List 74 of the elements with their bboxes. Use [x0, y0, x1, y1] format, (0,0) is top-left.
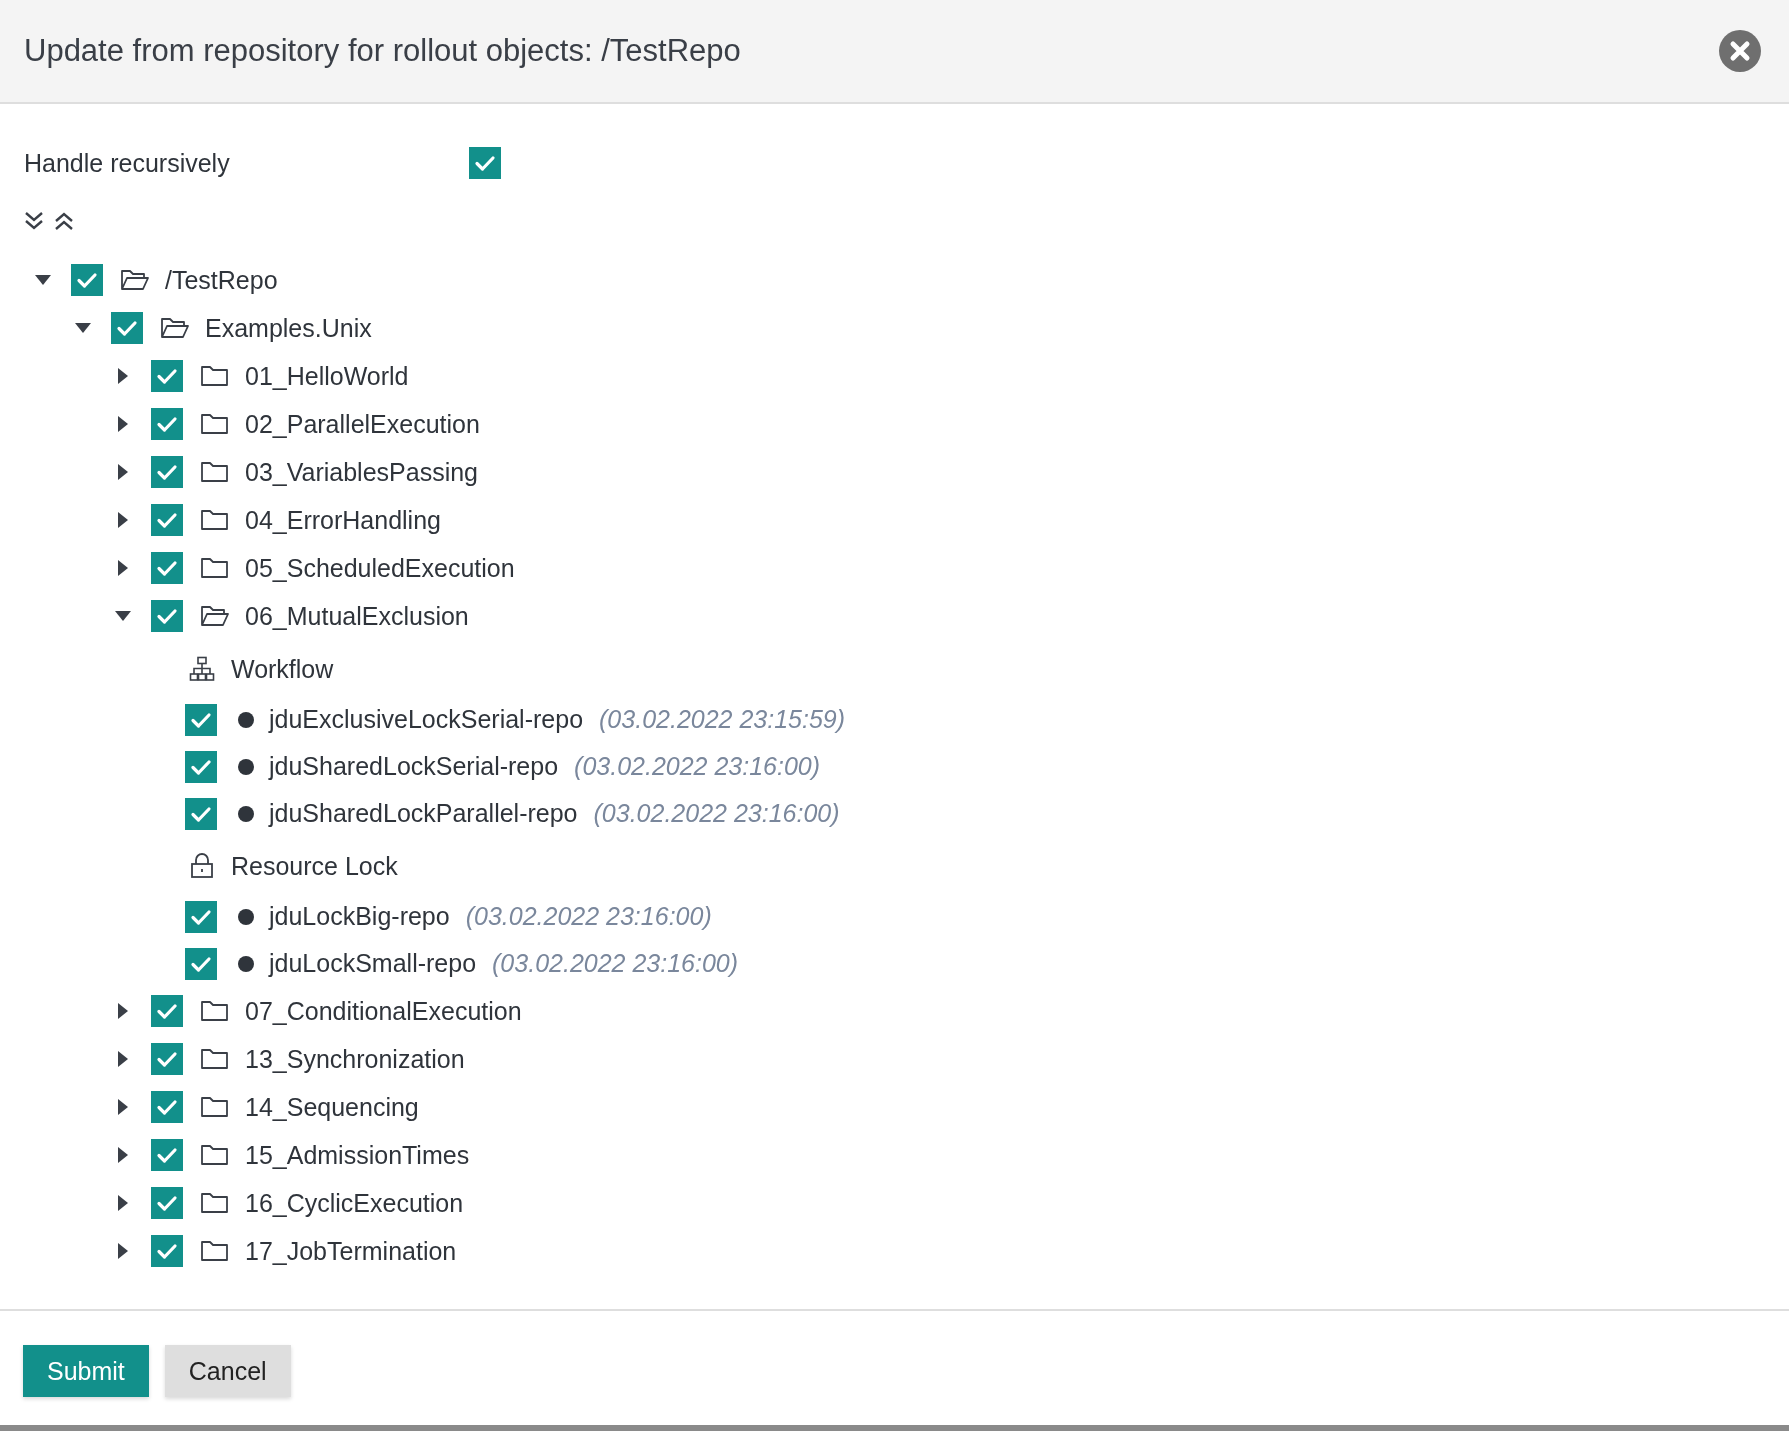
- checkbox[interactable]: [151, 552, 183, 584]
- folder-icon: [200, 1240, 230, 1262]
- checkbox[interactable]: [185, 797, 217, 830]
- folder-icon: [200, 365, 230, 387]
- group-label: Resource Lock: [231, 851, 398, 881]
- folder-name[interactable]: 05_ScheduledExecution: [245, 553, 515, 583]
- bullet-icon: [238, 758, 254, 775]
- checkbox[interactable]: [151, 504, 183, 536]
- folder-name[interactable]: 13_Synchronization: [245, 1044, 465, 1074]
- checkbox[interactable]: [151, 1091, 183, 1123]
- checkbox[interactable]: [185, 947, 217, 980]
- folder-name[interactable]: 06_MutualExclusion: [245, 601, 469, 631]
- folder-icon: [200, 557, 230, 579]
- close-icon[interactable]: [1719, 30, 1761, 72]
- folder-icon: [200, 1144, 230, 1166]
- object-name[interactable]: jduExclusiveLockSerial-repo: [269, 705, 584, 734]
- folder-name[interactable]: Examples.Unix: [205, 313, 372, 343]
- timestamp: (03.02.2022 23:16:00): [593, 799, 840, 828]
- open-folder-icon: [160, 317, 190, 339]
- checkbox[interactable]: [151, 1139, 183, 1171]
- folder-icon: [200, 1096, 230, 1118]
- checkbox[interactable]: [151, 1043, 183, 1075]
- folder-name[interactable]: 14_Sequencing: [245, 1092, 419, 1122]
- folder-name[interactable]: 15_AdmissionTimes: [245, 1140, 470, 1170]
- folder-name[interactable]: 17_JobTermination: [245, 1236, 457, 1266]
- checkbox[interactable]: [151, 1235, 183, 1267]
- dialog-title: Update from repository for rollout objects: /TestRepo: [24, 33, 741, 69]
- object-name[interactable]: jduLockBig-repo: [269, 902, 450, 931]
- checkbox[interactable]: [151, 1187, 183, 1219]
- folder-icon: [200, 1000, 230, 1022]
- expand-all-icon[interactable]: [23, 210, 45, 232]
- folder-icon: [200, 1192, 230, 1214]
- submit-button[interactable]: Submit: [23, 1345, 149, 1397]
- bullet-icon: [238, 955, 254, 972]
- hierarchy-icon: [189, 656, 215, 682]
- folder-name[interactable]: 03_VariablesPassing: [245, 457, 479, 487]
- object-name[interactable]: jduSharedLockSerial-repo: [269, 752, 559, 781]
- folder-name[interactable]: 16_CyclicExecution: [245, 1188, 464, 1218]
- folder-icon: [200, 413, 230, 435]
- checkbox[interactable]: [151, 408, 183, 440]
- checkbox[interactable]: [185, 900, 217, 933]
- checkbox[interactable]: [151, 360, 183, 392]
- timestamp: (03.02.2022 23:16:00): [492, 949, 739, 978]
- bullet-icon: [238, 805, 254, 822]
- timestamp: (03.02.2022 23:16:00): [465, 902, 712, 931]
- checkbox[interactable]: [151, 600, 183, 632]
- checkbox[interactable]: [185, 703, 217, 736]
- bullet-icon: [238, 711, 254, 728]
- timestamp: (03.02.2022 23:16:00): [574, 752, 821, 781]
- bullet-icon: [238, 908, 254, 925]
- checkbox[interactable]: [71, 264, 103, 296]
- folder-name[interactable]: 02_ParallelExecution: [245, 409, 480, 439]
- folder-name[interactable]: 01_HelloWorld: [245, 361, 409, 391]
- cancel-button[interactable]: Cancel: [164, 1345, 291, 1397]
- object-name[interactable]: jduLockSmall-repo: [269, 949, 477, 978]
- folder-icon: [200, 509, 230, 531]
- folder-icon: [200, 1048, 230, 1070]
- open-folder-icon: [120, 269, 150, 291]
- folder-icon: [200, 461, 230, 483]
- collapse-all-icon[interactable]: [53, 210, 75, 232]
- folder-name[interactable]: 07_ConditionalExecution: [245, 996, 522, 1026]
- checkbox[interactable]: [185, 750, 217, 783]
- timestamp: (03.02.2022 23:15:59): [599, 705, 846, 734]
- open-folder-icon: [200, 605, 230, 627]
- checkbox[interactable]: [151, 995, 183, 1027]
- folder-name[interactable]: /TestRepo: [165, 265, 278, 295]
- lock-icon: [189, 853, 215, 879]
- group-label: Workflow: [231, 654, 334, 684]
- checkbox[interactable]: [151, 456, 183, 488]
- option-label: Handle recursively: [24, 148, 231, 178]
- checkbox[interactable]: [111, 312, 143, 344]
- folder-name[interactable]: 04_ErrorHandling: [245, 505, 441, 535]
- checkbox[interactable]: [469, 147, 501, 179]
- object-name[interactable]: jduSharedLockParallel-repo: [269, 799, 578, 828]
